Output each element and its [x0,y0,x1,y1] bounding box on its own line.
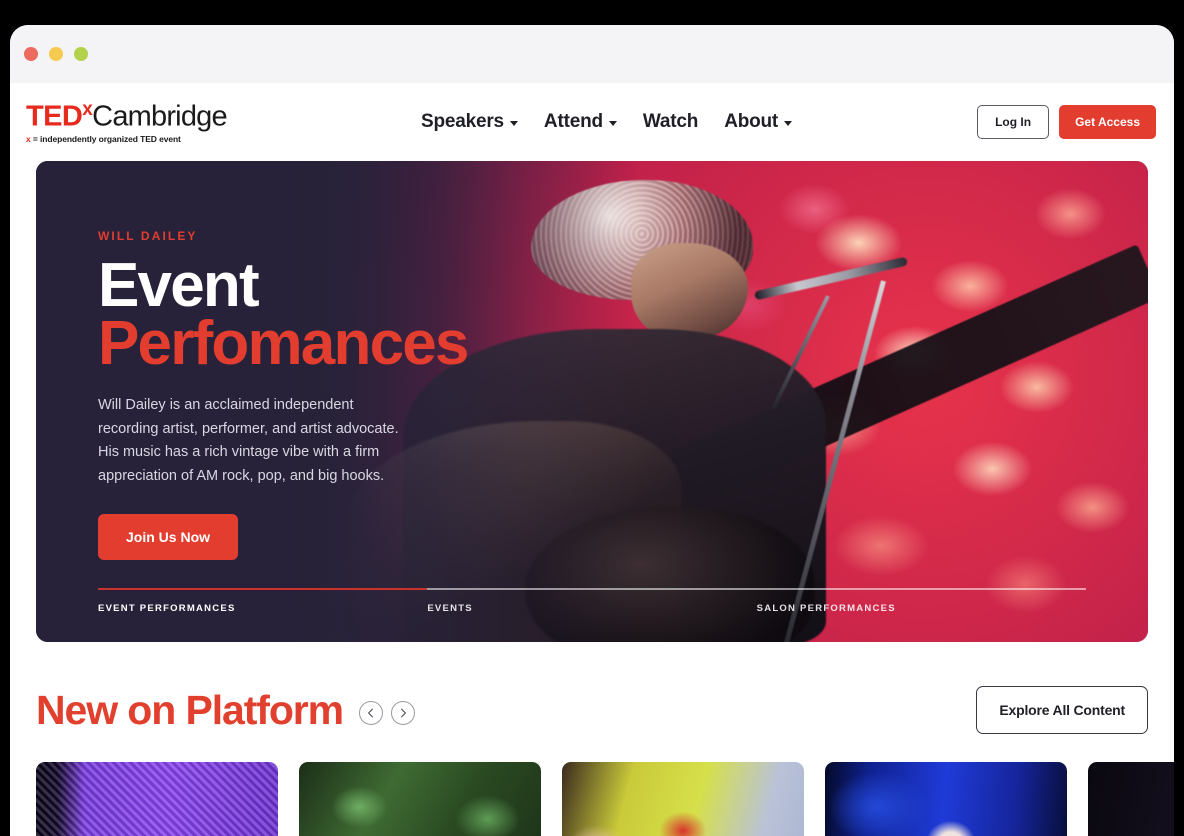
close-window-button[interactable] [24,47,38,61]
chevron-left-icon [365,707,377,719]
tab-progress-rule [98,588,428,590]
content-card[interactable] [36,762,278,836]
logo-cambridge-text: Cambridge [92,100,227,133]
chevron-down-icon [608,121,617,126]
primary-nav: Speakers Attend Watch About [236,111,977,133]
hero-tab-strip: EVENT PERFORMANCES EVENTS SALON PERFORMA… [98,588,1086,614]
carousel-controls [358,701,415,725]
hero-tab-label: SALON PERFORMANCES [756,603,896,614]
hero-title: Event Perfomances [98,251,518,378]
explore-all-content-button[interactable]: Explore All Content [976,686,1148,734]
hero-banner: WILL DAILEY Event Perfomances Will Daile… [36,161,1148,642]
hero-description: Will Dailey is an acclaimed independent … [98,397,399,484]
nav-label-speakers: Speakers [421,111,504,132]
card-thumbnail [36,762,278,836]
tab-progress-rule [756,588,1086,590]
nav-label-watch: Watch [642,111,699,132]
content-card[interactable] [1088,762,1174,836]
nav-label-attend: Attend [543,111,603,132]
traffic-lights [24,47,88,61]
site-navbar: TEDxCambridge x = independently organize… [10,83,1174,161]
logo-tagline-x: x [26,134,31,145]
chevron-down-icon [784,121,793,126]
card-thumbnail [299,762,541,836]
tab-progress-rule [427,588,757,590]
content-card[interactable] [825,762,1067,836]
card-thumbnail [1088,762,1174,836]
nav-label-about: About [724,111,779,132]
hero-tab-event-performances[interactable]: EVENT PERFORMANCES [98,588,428,614]
nav-item-about[interactable]: About [724,111,793,133]
card-thumbnail [562,762,804,836]
nav-item-attend[interactable]: Attend [544,111,617,133]
nav-item-watch[interactable]: Watch [643,111,698,133]
content-card-carousel[interactable] [10,762,1174,836]
nav-actions: Log In Get Access [977,105,1156,139]
page-content: TEDxCambridge x = independently organize… [10,83,1174,836]
hero-tab-label: EVENT PERFORMANCES [98,603,236,614]
logo-tagline-text: = independently organized TED event [32,134,181,145]
hero-content: WILL DAILEY Event Perfomances Will Daile… [98,229,518,561]
log-in-button[interactable]: Log In [977,105,1050,139]
carousel-prev-button[interactable] [358,701,383,725]
hero-tab-salon-performances[interactable]: SALON PERFORMANCES [756,588,1086,614]
content-card[interactable] [299,762,541,836]
hero-kicker: WILL DAILEY [98,229,198,243]
join-us-now-button[interactable]: Join Us Now [98,514,239,561]
nav-item-speakers[interactable]: Speakers [421,111,518,133]
browser-titlebar [10,25,1174,83]
chevron-down-icon [509,121,518,126]
hero-tab-label: EVENTS [427,603,473,614]
page-title: New on Platform [36,686,344,733]
new-on-platform-header: New on Platform Explore All Content [10,686,1174,734]
section-heading-group: New on Platform [36,686,976,733]
browser-window: TEDxCambridge x = independently organize… [10,25,1174,836]
tedx-cambridge-logo[interactable]: TEDxCambridge x = independently organize… [26,98,228,145]
hero-tab-events[interactable]: EVENTS [427,588,757,614]
screen: TEDxCambridge x = independently organize… [0,0,1184,836]
maximize-window-button[interactable] [74,47,88,61]
minimize-window-button[interactable] [49,47,63,61]
logo-x-superscript: x [82,98,93,120]
chevron-right-icon [397,707,409,719]
card-thumbnail [825,762,1067,836]
logo-ted-text: TED [26,100,83,133]
carousel-next-button[interactable] [390,701,415,725]
get-access-button[interactable]: Get Access [1059,105,1156,139]
hero-title-line-1: Event [98,251,260,320]
logo-tagline: x = independently organized TED event [26,134,226,144]
hero-title-line-2: Perfomances [98,308,469,378]
content-card[interactable] [562,762,804,836]
logo-wordmark: TEDxCambridge [26,98,228,133]
